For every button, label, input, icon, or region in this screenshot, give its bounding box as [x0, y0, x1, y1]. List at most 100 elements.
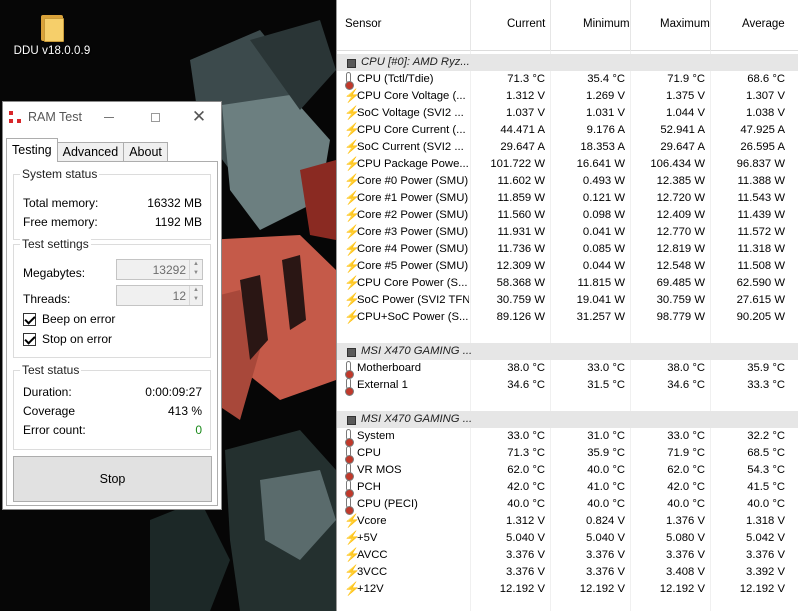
- lightning-icon: ⚡: [344, 258, 361, 273]
- sensor-row[interactable]: PCH 42.0 °C 41.0 °C 42.0 °C 41.5 °C: [337, 479, 798, 498]
- sensor-minimum-value: 1.269 V: [586, 90, 625, 102]
- sensor-current-value: 71.3 °C: [507, 73, 545, 85]
- sensor-row[interactable]: ⚡ Core #4 Power (SMU) 11.736 W 0.085 W 12.81…: [337, 241, 798, 258]
- lightning-icon: ⚡: [344, 564, 361, 579]
- sensor-name: Core #5 Power (SMU): [357, 260, 469, 272]
- spacer-row: [337, 326, 798, 343]
- sensor-row[interactable]: ⚡ SoC Voltage (SVI2 ... 1.037 V 1.031 V 1.04…: [337, 105, 798, 122]
- sensor-current-value: 1.312 V: [506, 515, 545, 527]
- tab-about[interactable]: About: [123, 142, 168, 162]
- sensor-group-header[interactable]: CPU [#0]: AMD Ryz...: [337, 54, 798, 71]
- thermometer-icon: [343, 429, 355, 447]
- tab-testing[interactable]: Testing: [6, 138, 58, 162]
- column-header-maximum[interactable]: Maximum: [660, 18, 710, 30]
- sensor-panel: Sensor Current Minimum Maximum Average C…: [336, 0, 798, 611]
- sensor-minimum-value: 18.353 A: [580, 141, 625, 153]
- sensor-row[interactable]: CPU 71.3 °C 35.9 °C 71.9 °C 68.5 °C: [337, 445, 798, 464]
- sensor-minimum-value: 41.0 °C: [587, 481, 625, 493]
- sensor-maximum-value: 12.385 W: [656, 175, 705, 187]
- maximize-button[interactable]: [133, 102, 177, 132]
- minimize-button[interactable]: [87, 102, 131, 132]
- sensor-current-value: 29.647 A: [500, 141, 545, 153]
- checkmark-icon[interactable]: [23, 333, 36, 346]
- sensor-row[interactable]: VR MOS 62.0 °C 40.0 °C 62.0 °C 54.3 °C: [337, 462, 798, 481]
- sensor-row[interactable]: ⚡ SoC Current (SVI2 ... 29.647 A 18.353 A 29…: [337, 139, 798, 156]
- sensor-row[interactable]: ⚡ AVCC 3.376 V 3.376 V 3.376 V 3.376 V: [337, 547, 798, 564]
- sensor-name: CPU (Tctl/Tdie): [357, 73, 434, 85]
- megabytes-stepper[interactable]: 13292 ▲ ▼: [116, 259, 203, 280]
- sensor-row[interactable]: ⚡ Core #1 Power (SMU) 11.859 W 0.121 W 12.72…: [337, 190, 798, 207]
- sensor-row[interactable]: ⚡ 3VCC 3.376 V 3.376 V 3.408 V 3.392 V: [337, 564, 798, 581]
- sensor-row[interactable]: ⚡ Vcore 1.312 V 0.824 V 1.376 V 1.318 V: [337, 513, 798, 530]
- chevron-down-icon[interactable]: ▼: [190, 295, 202, 304]
- sensor-average-value: 27.615 W: [736, 294, 785, 306]
- sensor-name: Core #1 Power (SMU): [357, 192, 469, 204]
- sensor-average-value: 54.3 °C: [747, 464, 785, 476]
- sensor-average-value: 90.205 W: [736, 311, 785, 323]
- sensor-group-icon: [347, 416, 356, 425]
- sensor-maximum-value: 52.941 A: [660, 124, 705, 136]
- chevron-down-icon[interactable]: ▼: [190, 269, 202, 278]
- title-bar[interactable]: RAM Test ✕: [3, 102, 221, 132]
- sensor-row[interactable]: ⚡ CPU+SoC Power (S... 89.126 W 31.257 W 98.7…: [337, 309, 798, 326]
- sensor-group-header[interactable]: MSI X470 GAMING ...: [337, 411, 798, 428]
- sensor-maximum-value: 1.375 V: [666, 90, 705, 102]
- chevron-up-icon[interactable]: ▲: [190, 286, 202, 295]
- sensor-row[interactable]: ⚡ CPU Core Power (S... 58.368 W 11.815 W 69.…: [337, 275, 798, 292]
- sensor-name: CPU (PECI): [357, 498, 418, 510]
- sensor-row[interactable]: ⚡ Core #3 Power (SMU) 11.931 W 0.041 W 12.77…: [337, 224, 798, 241]
- sensor-average-value: 5.042 V: [746, 532, 785, 544]
- sensor-minimum-value: 12.192 V: [579, 583, 625, 595]
- error-count-label: Error count:: [23, 423, 86, 437]
- stop-button[interactable]: Stop: [13, 456, 212, 502]
- threads-stepper[interactable]: 12 ▲ ▼: [116, 285, 203, 306]
- sensor-row[interactable]: System 33.0 °C 31.0 °C 33.0 °C 32.2 °C: [337, 428, 798, 447]
- sensor-name: CPU Core Power (S...: [357, 277, 468, 289]
- close-button[interactable]: ✕: [177, 102, 221, 132]
- sensor-average-value: 11.543 W: [737, 192, 785, 204]
- sensor-name: PCH: [357, 481, 381, 493]
- sensor-row[interactable]: ⚡ CPU Core Current (... 44.471 A 9.176 A 52.…: [337, 122, 798, 139]
- sensor-row[interactable]: Motherboard 38.0 °C 33.0 °C 38.0 °C 35.9 °C: [337, 360, 798, 379]
- desktop-icon-ddu[interactable]: DDU v18.0.0.9: [8, 12, 96, 57]
- spacer-row: [337, 394, 798, 411]
- threads-label: Threads:: [23, 292, 71, 306]
- sensor-average-value: 11.572 W: [737, 226, 785, 238]
- sensor-maximum-value: 38.0 °C: [667, 362, 705, 374]
- coverage-value: 413 %: [167, 404, 202, 418]
- column-header-sensor[interactable]: Sensor: [345, 18, 381, 30]
- column-header-current[interactable]: Current: [507, 18, 545, 30]
- total-memory-label: Total memory:: [23, 196, 99, 210]
- sensor-row[interactable]: ⚡ CPU Package Powe... 101.722 W 16.641 W 106…: [337, 156, 798, 173]
- chevron-up-icon[interactable]: ▲: [190, 260, 202, 269]
- tab-strip: Testing Advanced About: [6, 138, 221, 162]
- sensor-row[interactable]: External 1 34.6 °C 31.5 °C 34.6 °C 33.3 °C: [337, 377, 798, 396]
- sensor-average-value: 32.2 °C: [747, 430, 785, 442]
- column-header-minimum[interactable]: Minimum: [583, 18, 630, 30]
- sensor-row[interactable]: ⚡ Core #5 Power (SMU) 12.309 W 0.044 W 12.54…: [337, 258, 798, 275]
- sensor-average-value: 1.307 V: [746, 90, 785, 102]
- sensor-name: SoC Power (SVI2 TFN): [357, 294, 469, 306]
- sensor-maximum-value: 12.770 W: [656, 226, 705, 238]
- column-header-average[interactable]: Average: [742, 18, 785, 30]
- sensor-average-value: 33.3 °C: [747, 379, 785, 391]
- sensor-minimum-value: 0.041 W: [582, 226, 625, 238]
- sensor-maximum-value: 3.376 V: [666, 549, 705, 561]
- sensor-row[interactable]: ⚡ SoC Power (SVI2 TFN) 30.759 W 19.041 W 30.…: [337, 292, 798, 309]
- free-memory-value: 1192 MB: [154, 215, 202, 229]
- threads-arrows[interactable]: ▲ ▼: [189, 286, 202, 305]
- sensor-row[interactable]: CPU (Tctl/Tdie) 71.3 °C 35.4 °C 71.9 °C 68.6…: [337, 71, 798, 90]
- thermometer-icon: [343, 446, 355, 464]
- sensor-row[interactable]: ⚡ Core #2 Power (SMU) 11.560 W 0.098 W 12.40…: [337, 207, 798, 224]
- tab-advanced[interactable]: Advanced: [56, 142, 125, 162]
- sensor-row[interactable]: ⚡ Core #0 Power (SMU) 11.602 W 0.493 W 12.38…: [337, 173, 798, 190]
- sensor-row[interactable]: CPU (PECI) 40.0 °C 40.0 °C 40.0 °C 40.0 °C: [337, 496, 798, 515]
- sensor-average-value: 11.508 W: [737, 260, 785, 272]
- sensor-row[interactable]: ⚡ +5V 5.040 V 5.040 V 5.080 V 5.042 V: [337, 530, 798, 547]
- sensor-row[interactable]: ⚡ +12V 12.192 V 12.192 V 12.192 V 12.192 V: [337, 581, 798, 598]
- checkmark-icon[interactable]: [23, 313, 36, 326]
- megabytes-arrows[interactable]: ▲ ▼: [189, 260, 202, 279]
- sensor-row[interactable]: ⚡ CPU Core Voltage (... 1.312 V 1.269 V 1.37…: [337, 88, 798, 105]
- sensor-name: 3VCC: [357, 566, 388, 578]
- sensor-group-header[interactable]: MSI X470 GAMING ...: [337, 343, 798, 360]
